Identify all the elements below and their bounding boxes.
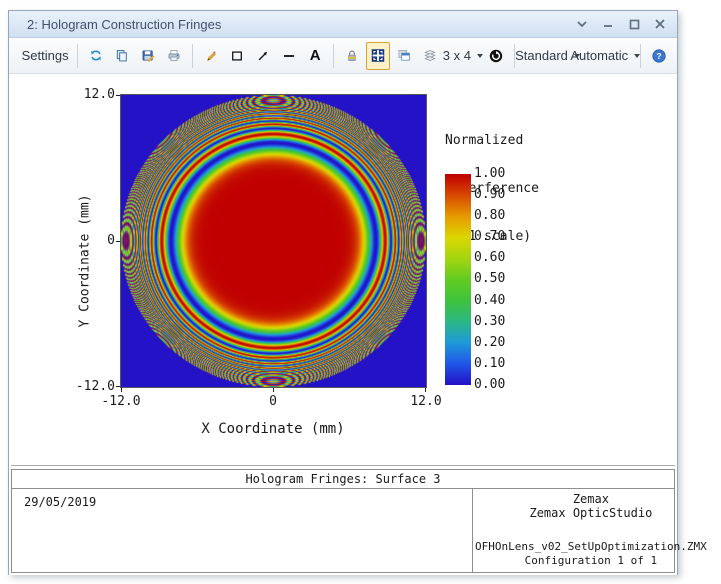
footer-company: Zemax <box>475 492 707 506</box>
colorbar-tick: 0.70 <box>474 231 505 243</box>
minimize-icon <box>603 19 613 29</box>
plot-client-area: Y Coordinate (mm) 12.0 0 -12.0 -12.0 0 1… <box>9 74 677 575</box>
line-icon <box>282 47 296 65</box>
x-tick-mark <box>273 388 274 392</box>
duplicate-window-icon <box>397 47 411 64</box>
window-titlebar[interactable]: 2: Hologram Construction Fringes <box>9 11 677 38</box>
chevron-down-icon <box>577 20 587 28</box>
duplicate-window-button[interactable] <box>392 42 416 70</box>
copy-icon <box>115 47 129 64</box>
line-tool-button[interactable] <box>277 42 301 70</box>
help-icon: ? <box>652 47 666 65</box>
pencil-icon <box>204 47 218 64</box>
colorbar-tick: 0.00 <box>474 379 505 391</box>
footer-info-cell: Zemax Zemax OpticStudio OFHOnLens_v02_Se… <box>472 489 709 572</box>
y-tick-mark <box>116 95 120 96</box>
x-tick-label: 12.0 <box>410 395 441 408</box>
footer-filename: OFHOnLens_v02_SetUpOptimization.ZMX <box>475 540 707 554</box>
toolbar-separator <box>77 44 78 68</box>
y-tick-mark <box>116 386 120 387</box>
rectangle-icon <box>230 47 244 65</box>
toolbar-separator <box>192 44 193 68</box>
colorbar-tick: 0.20 <box>474 337 505 349</box>
automatic-dropdown[interactable]: Automatic <box>577 42 634 70</box>
colorbar-tick-labels: 1.00 0.90 0.80 0.70 0.60 0.50 0.40 0.30 … <box>474 168 505 391</box>
fit-window-icon <box>371 47 385 64</box>
automatic-label: Automatic <box>570 48 628 63</box>
minimize-button[interactable] <box>601 17 615 31</box>
window-title: 2: Hologram Construction Fringes <box>27 17 221 32</box>
analysis-window: 2: Hologram Construction Fringes Setting… <box>8 10 678 575</box>
save-icon <box>141 47 155 64</box>
window-controls <box>575 17 667 31</box>
footer-product: Zemax OpticStudio <box>475 506 707 520</box>
pencil-tool-button[interactable] <box>199 42 223 70</box>
colorbar-tick: 0.90 <box>474 189 505 201</box>
colorbar-tick: 0.40 <box>474 295 505 307</box>
help-button[interactable]: ? <box>647 42 671 70</box>
footer-panel: Hologram Fringes: Surface 3 29/05/2019 Z… <box>11 469 675 573</box>
refresh-icon <box>89 47 103 64</box>
y-tick-label: -12.0 <box>67 380 115 393</box>
toolbar-separator <box>640 44 641 68</box>
close-button[interactable] <box>653 17 667 31</box>
text-tool-icon: A <box>310 47 321 64</box>
standard-label: Standard <box>515 48 568 63</box>
x-tick-label: 0 <box>269 395 277 408</box>
y-tick-mark <box>116 241 120 242</box>
settings-label: Settings <box>22 48 69 63</box>
settings-button[interactable]: Settings <box>15 42 71 70</box>
footer-separator <box>11 465 675 466</box>
copy-button[interactable] <box>110 42 134 70</box>
colorbar-tick: 1.00 <box>474 168 505 180</box>
x-tick-mark <box>121 388 122 392</box>
y-axis-label: Y Coordinate (mm) <box>78 194 93 327</box>
colorbar-tick: 0.50 <box>474 273 505 285</box>
colorbar-tick: 0.30 <box>474 316 505 328</box>
maximize-button[interactable] <box>627 17 641 31</box>
fit-window-button[interactable] <box>366 42 390 70</box>
plot-area[interactable]: Y Coordinate (mm) <box>120 94 427 388</box>
colorbar-canvas <box>445 174 471 385</box>
lock-button[interactable] <box>340 42 364 70</box>
colorbar-tick: 0.60 <box>474 252 505 264</box>
rectangle-tool-button[interactable] <box>225 42 249 70</box>
y-tick-label: 0 <box>67 234 115 247</box>
arrow-icon <box>256 47 270 65</box>
surface-stack-button[interactable] <box>418 42 442 70</box>
rotate-config-icon <box>489 47 503 65</box>
standard-dropdown[interactable]: Standard <box>521 42 575 70</box>
lock-icon <box>345 47 359 64</box>
close-icon <box>655 19 665 29</box>
x-tick-label: -12.0 <box>101 395 140 408</box>
footer-configuration: Configuration 1 of 1 <box>475 554 707 568</box>
maximize-icon <box>629 19 640 30</box>
grid-size-dropdown[interactable]: 3 x 4 <box>444 42 481 70</box>
print-button[interactable] <box>162 42 186 70</box>
x-axis-label: X Coordinate (mm) <box>201 421 344 437</box>
refresh-button[interactable] <box>84 42 108 70</box>
grid-size-label: 3 x 4 <box>443 48 471 63</box>
toolbar: Settings <box>9 38 677 74</box>
svg-text:?: ? <box>656 51 661 61</box>
text-tool-button[interactable]: A <box>303 42 327 70</box>
toolbar-separator <box>333 44 334 68</box>
save-button[interactable] <box>136 42 160 70</box>
layers-icon <box>423 47 437 64</box>
configuration-rotate-button[interactable] <box>484 42 508 70</box>
colorbar-tick: 0.10 <box>474 358 505 370</box>
arrow-tool-button[interactable] <box>251 42 275 70</box>
footer-title: Hologram Fringes: Surface 3 <box>12 470 674 489</box>
y-tick-label: 12.0 <box>67 88 115 101</box>
fringe-canvas[interactable] <box>121 95 426 387</box>
print-icon <box>167 47 181 64</box>
colorbar-tick: 0.80 <box>474 210 505 222</box>
footer-date: 29/05/2019 <box>12 489 472 572</box>
x-tick-mark <box>425 388 426 392</box>
window-menu-button[interactable] <box>575 17 589 31</box>
